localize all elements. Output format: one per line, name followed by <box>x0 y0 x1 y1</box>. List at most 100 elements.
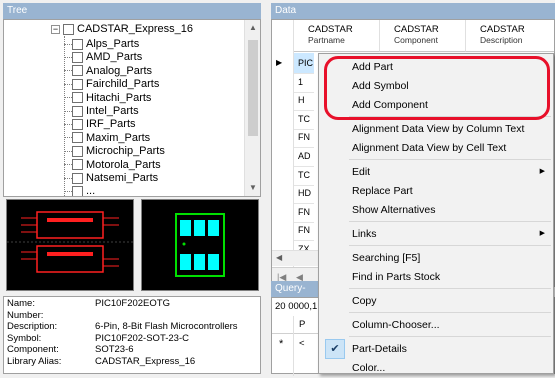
tree-root[interactable]: − CADSTAR_Express_16 <box>51 23 193 35</box>
detail-row: Name: PIC10F202EOTG <box>7 299 170 309</box>
checkbox-icon[interactable] <box>72 78 83 90</box>
checkbox-icon[interactable] <box>72 172 83 184</box>
menu-item[interactable]: Alignment Data View by Cell Text <box>319 138 553 158</box>
menu-item-label: Column-Chooser... <box>352 319 440 331</box>
column-header[interactable]: CADSTAR Partname <box>294 20 380 52</box>
tree-item-label: Fairchild_Parts <box>86 78 160 91</box>
query-builder-title: Query-Buil <box>271 281 321 310</box>
menu-separator <box>349 221 551 222</box>
tree-item-label: Hitachi_Parts <box>86 91 152 104</box>
menu-item-label: Copy <box>352 295 377 307</box>
column-subtitle: Partname <box>308 35 345 45</box>
tree-view[interactable]: − CADSTAR_Express_16 Alps_Parts AMD_Parts… <box>3 19 261 197</box>
new-row-icon: * <box>279 338 284 350</box>
detail-value: 6-Pin, 8-Bit Flash Microcontrollers <box>95 321 238 333</box>
tree-item[interactable]: Maxim_Parts <box>64 132 150 144</box>
scroll-up-icon[interactable]: ▲ <box>245 20 260 36</box>
detail-label: Description: <box>7 321 58 333</box>
menu-item[interactable]: Searching [F5] <box>319 248 553 268</box>
checkbox-icon[interactable] <box>63 23 74 35</box>
grid-hscrollbar[interactable]: ◀ <box>272 250 322 266</box>
menu-separator <box>349 288 551 289</box>
menu-item[interactable]: Show Alternatives <box>319 200 553 220</box>
menu-item[interactable]: Column-Chooser... <box>319 315 553 335</box>
tree-item[interactable]: IRF_Parts <box>64 118 136 130</box>
menu-item-label: Replace Part <box>352 185 413 197</box>
tree-guide <box>64 164 72 166</box>
menu-item-label: Show Alternatives <box>352 204 436 216</box>
detail-label: Name: <box>7 298 35 309</box>
checkbox-icon[interactable] <box>72 51 83 63</box>
tree-item-label: Natsemi_Parts <box>86 172 159 184</box>
menu-separator <box>349 312 551 313</box>
footprint-preview <box>141 199 259 291</box>
tree-guide <box>64 123 72 125</box>
tree-item[interactable]: Analog_Parts <box>64 65 152 77</box>
checkbox-icon[interactable] <box>72 145 83 157</box>
collapse-icon[interactable]: − <box>51 24 60 34</box>
tree-guide <box>64 97 72 99</box>
detail-value: CADSTAR_Express_16 <box>95 356 196 367</box>
column-header[interactable]: CADSTAR Description <box>466 20 554 52</box>
tree-guide <box>64 43 72 45</box>
menu-item[interactable]: Alignment Data View by Column Text <box>319 119 553 139</box>
tree-item-label: Microchip_Parts <box>86 145 165 158</box>
tree-item-label: ... <box>86 185 96 197</box>
detail-label: Library Alias: <box>7 356 62 367</box>
tree-item[interactable]: Microchip_Parts <box>64 145 165 157</box>
checkbox-icon[interactable] <box>72 185 83 196</box>
tree-item[interactable]: Natsemi_Parts <box>64 172 158 184</box>
menu-item[interactable]: Copy <box>319 291 553 311</box>
tree-item[interactable]: Motorola_Parts <box>64 159 161 171</box>
checkbox-icon[interactable] <box>72 118 83 130</box>
scroll-down-icon[interactable]: ▼ <box>245 180 260 196</box>
tree-item-label: Alps_Parts <box>86 38 140 50</box>
tree-guide <box>64 110 72 112</box>
tree-guide <box>64 137 72 139</box>
checkbox-icon[interactable] <box>72 132 83 144</box>
checkbox-icon[interactable] <box>72 159 83 171</box>
tree-item-label: IRF_Parts <box>86 118 136 131</box>
tree-item[interactable]: Intel_Parts <box>64 105 139 117</box>
checkbox-icon[interactable] <box>72 92 83 104</box>
tree-item[interactable]: Hitachi_Parts <box>64 92 151 104</box>
column-title: CADSTAR <box>480 24 525 35</box>
tree-scrollbar[interactable]: ▲ ▼ <box>244 20 260 196</box>
scroll-left-icon[interactable]: ◀ <box>276 253 282 262</box>
query-value[interactable]: 20 0000,1 <box>275 301 317 312</box>
tree-item-label: Maxim_Parts <box>86 131 151 144</box>
detail-row: Description: 6-Pin, 8-Bit Flash Microcont… <box>7 322 238 332</box>
detail-label: Symbol: <box>7 332 42 344</box>
menu-item[interactable]: Edit ▶ <box>319 162 553 182</box>
query-new-row-cell[interactable]: < <box>299 338 305 349</box>
data-panel-title: Data <box>271 3 555 19</box>
check-icon: ✔ <box>325 339 345 359</box>
column-subtitle: Description <box>480 35 523 45</box>
menu-item[interactable]: Replace Part <box>319 181 553 201</box>
column-header[interactable]: CADSTAR Component <box>380 20 466 52</box>
detail-label: Number: <box>7 309 44 321</box>
tree-item[interactable]: AMD_Parts <box>64 51 142 63</box>
menu-separator <box>349 336 551 337</box>
tree-guide <box>64 56 72 58</box>
scroll-thumb[interactable] <box>248 40 258 136</box>
tree-root-label: CADSTAR_Express_16 <box>77 23 193 35</box>
menu-item[interactable]: Find in Parts Stock <box>319 267 553 287</box>
column-title: CADSTAR <box>394 24 439 35</box>
current-row-icon: ▶ <box>276 58 283 67</box>
symbol-drawing <box>7 211 133 273</box>
checkbox-icon[interactable] <box>72 65 83 77</box>
checkbox-icon[interactable] <box>72 105 83 117</box>
menu-item[interactable]: Color... <box>319 358 553 378</box>
detail-row: Library Alias: CADSTAR_Express_16 <box>7 357 195 367</box>
column-title: CADSTAR <box>308 24 353 35</box>
tree-guide <box>64 190 72 192</box>
tree-item-label: Intel_Parts <box>86 105 139 117</box>
tree-panel-title: Tree <box>3 3 261 19</box>
checkbox-icon[interactable] <box>72 38 83 50</box>
tree-item[interactable]: Alps_Parts <box>64 38 139 50</box>
tree-item[interactable]: Fairchild_Parts <box>64 78 159 90</box>
menu-item[interactable]: Links ▶ <box>319 224 553 244</box>
menu-item[interactable]: ✔ Part-Details <box>319 339 553 359</box>
tree-item[interactable]: ... <box>64 185 96 197</box>
